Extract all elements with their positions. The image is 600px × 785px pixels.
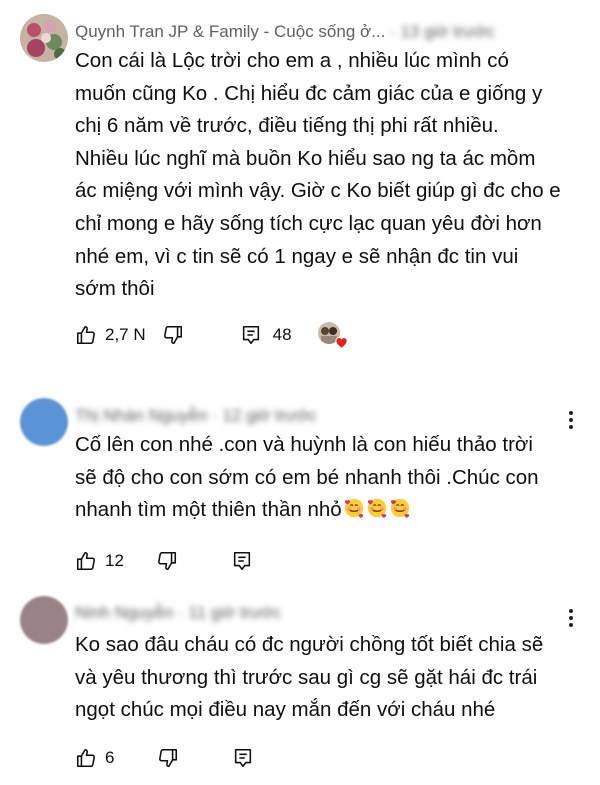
reply-button[interactable] <box>232 747 254 769</box>
dislike-button[interactable] <box>157 747 179 769</box>
smiling-face-with-hearts-emoji <box>367 499 386 518</box>
comment-text: Con cái là Lộc trời cho em a , nhiều lúc… <box>75 49 561 301</box>
reply-comment-icon <box>233 551 251 571</box>
comment-author[interactable]: Ninh Nguyễn · 11 giờ trước <box>75 603 281 623</box>
dislike-button[interactable] <box>162 324 184 346</box>
comment-author[interactable]: Quynh Tran JP & Family - Cuộc sống ở... … <box>75 22 495 42</box>
comment-author[interactable]: Thị Nhàn Nguyễn · 12 giờ trước <box>75 406 317 426</box>
like-button[interactable]: 2,7 N <box>75 324 146 346</box>
avatar[interactable] <box>20 596 68 644</box>
thumbs-up-icon <box>76 325 95 345</box>
comment-actions: 12 <box>75 546 253 576</box>
comment-time: · 11 giờ trước <box>178 603 282 622</box>
like-button[interactable]: 6 <box>75 747 114 769</box>
thumbs-up-icon <box>76 748 95 768</box>
comment-time: · 13 giờ trước <box>390 22 495 41</box>
like-count: 6 <box>105 748 115 767</box>
emoji-group <box>342 498 411 521</box>
like-count: 12 <box>105 551 124 570</box>
comment-text: Ko sao đâu cháu có đc người chồng tốt bi… <box>75 633 544 722</box>
replies-button[interactable]: 48 <box>240 324 292 346</box>
comment-time: · 12 giờ trước <box>212 406 317 425</box>
reply-comment-icon <box>235 748 252 768</box>
avatar[interactable] <box>20 14 68 62</box>
reply-comment-icon <box>242 325 259 345</box>
author-name[interactable]: Quynh Tran JP & Family - Cuộc sống ở... <box>75 22 385 41</box>
author-name[interactable]: Thị Nhàn Nguyễn <box>75 406 207 425</box>
thumbs-down-icon <box>157 551 176 571</box>
smiling-face-with-hearts-emoji <box>344 499 363 518</box>
avatar[interactable] <box>20 398 68 446</box>
comment-text: Cố lên con nhé .con và huỳnh là con hiếu… <box>75 429 580 527</box>
like-count: 2,7 N <box>105 325 146 344</box>
dislike-button[interactable] <box>156 550 178 572</box>
reply-count: 48 <box>272 325 292 344</box>
thumbs-down-icon <box>159 748 178 768</box>
comment-actions: 6 <box>75 743 254 773</box>
thumbs-up-icon <box>76 551 95 571</box>
comment-actions: 2,7 N 48 <box>75 320 352 350</box>
heart-icon <box>334 337 348 349</box>
smiling-face-with-hearts-emoji <box>390 499 409 518</box>
like-button[interactable]: 12 <box>75 550 124 572</box>
thumbs-down-icon <box>163 325 182 345</box>
author-name[interactable]: Ninh Nguyễn <box>75 603 173 622</box>
reply-button[interactable] <box>231 550 253 572</box>
creator-heart <box>317 320 352 350</box>
comment-text-content: Cố lên con nhé .con và huỳnh là con hiếu… <box>75 433 539 522</box>
more-options-button[interactable] <box>566 606 576 630</box>
